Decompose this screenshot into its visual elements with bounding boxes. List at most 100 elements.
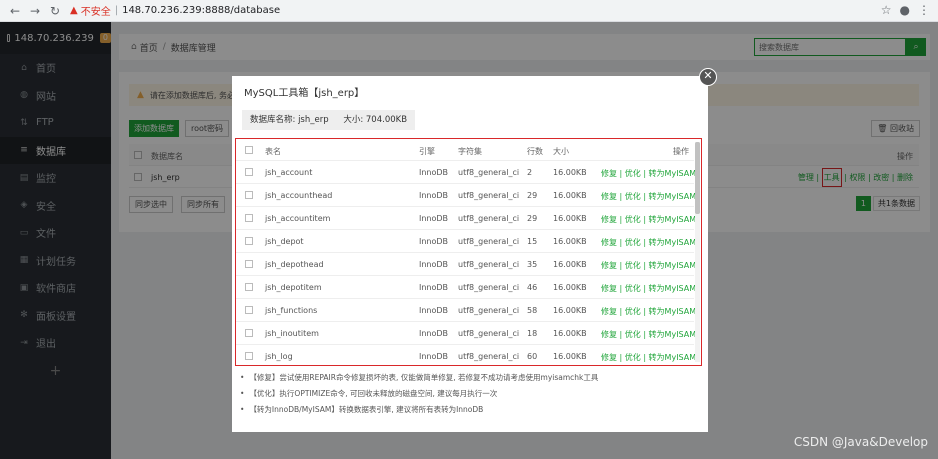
table-size: 16.00KB (553, 214, 587, 223)
table-rows: 29 (527, 214, 538, 223)
table-charset: utf8_general_ci (458, 306, 520, 315)
menu-dots-icon[interactable]: ⋮ (918, 3, 930, 17)
table-size: 16.00KB (553, 260, 587, 269)
table-engine: InnoDB (419, 214, 449, 223)
table-charset: utf8_general_ci (458, 283, 520, 292)
table-engine: InnoDB (419, 237, 449, 246)
mysql-toolbox-modal: MySQL工具箱【jsh_erp】 数据库名称: jsh_erp 大小: 704… (232, 76, 708, 432)
row-checkbox[interactable] (245, 237, 253, 245)
table-rows: 58 (527, 306, 538, 315)
tables-header: 表名 引擎 字符集 行数 大小 操作 (236, 139, 694, 161)
table-size: 16.00KB (553, 168, 587, 177)
row-checkbox[interactable] (245, 168, 253, 176)
insecure-label: 不安全 (80, 7, 111, 18)
col-size: 大小 (553, 147, 569, 156)
note-optimize: • 【优化】执行OPTIMIZE命令, 可回收未释放的磁盘空间, 建议每月执行一次 (240, 389, 498, 398)
modal-title: MySQL工具箱【jsh_erp】 (244, 88, 365, 99)
table-ops-links[interactable]: 修复 | 优化 | 转为MyISAM (601, 260, 696, 271)
table-ops-links[interactable]: 修复 | 优化 | 转为MyISAM (601, 214, 696, 225)
table-row: jsh_accounthead InnoDB utf8_general_ci 29 16… (236, 184, 696, 207)
table-row: jsh_functions InnoDB utf8_general_ci 58 16.0… (236, 299, 696, 322)
forward-arrow-icon[interactable]: → (26, 2, 44, 20)
note-repair-text: 【修复】尝试使用REPAIR命令修复损坏的表, 仅能做简单修复, 若修复不成功请… (249, 373, 599, 382)
table-ops-links[interactable]: 修复 | 优化 | 转为MyISAM (601, 306, 696, 317)
table-engine: InnoDB (419, 168, 449, 177)
table-rows: 46 (527, 283, 538, 292)
table-charset: utf8_general_ci (458, 237, 520, 246)
col-ops: 操作 (673, 147, 689, 156)
warning-triangle-icon: ▲ (70, 5, 78, 16)
table-name: jsh_account (265, 168, 313, 177)
table-name: jsh_accountitem (265, 214, 331, 223)
table-charset: utf8_general_ci (458, 352, 520, 361)
close-icon[interactable]: ✕ (699, 68, 717, 86)
table-row: jsh_log InnoDB utf8_general_ci 60 16.00KB 修复 … (236, 345, 696, 365)
table-size: 16.00KB (553, 306, 587, 315)
reload-icon[interactable]: ↻ (46, 2, 64, 20)
table-size: 16.00KB (553, 352, 587, 361)
table-charset: utf8_general_ci (458, 260, 520, 269)
note-convert-text: 【转为InnoDB/MyISAM】转换数据表引擎, 建议将所有表转为InnoDB (249, 405, 484, 414)
scrollbar-thumb[interactable] (695, 142, 700, 214)
table-engine: InnoDB (419, 283, 449, 292)
table-ops-links[interactable]: 修复 | 优化 | 转为MyISAM (601, 329, 696, 340)
address-bar[interactable]: ▲ 不安全 | 148.70.236.239:8888/database (70, 3, 280, 19)
table-charset: utf8_general_ci (458, 329, 520, 338)
row-checkbox[interactable] (245, 260, 253, 268)
table-row: jsh_inoutitem InnoDB utf8_general_ci 18 16.0… (236, 322, 696, 345)
select-all-tables-checkbox[interactable] (245, 146, 253, 154)
db-size-label: 大小: 704.00KB (343, 115, 408, 125)
table-name: jsh_depothead (265, 260, 324, 269)
row-checkbox[interactable] (245, 214, 253, 222)
url-text: 148.70.236.239:8888/database (122, 5, 281, 16)
table-name: jsh_depotitem (265, 283, 322, 292)
help-notes: • 【修复】尝试使用REPAIR命令修复损坏的表, 仅能做简单修复, 若修复不成功… (240, 370, 700, 418)
table-row: jsh_depot InnoDB utf8_general_ci 15 16.00KB 修… (236, 230, 696, 253)
col-charset: 字符集 (458, 147, 482, 156)
table-ops-links[interactable]: 修复 | 优化 | 转为MyISAM (601, 237, 696, 248)
db-info: 数据库名称: jsh_erp 大小: 704.00KB (242, 110, 416, 130)
browser-toolbar: ← → ↻ ▲ 不安全 | 148.70.236.239:8888/databa… (0, 0, 938, 22)
table-size: 16.00KB (553, 283, 587, 292)
row-checkbox[interactable] (245, 306, 253, 314)
table-rows: 18 (527, 329, 538, 338)
table-rows: 29 (527, 191, 538, 200)
table-charset: utf8_general_ci (458, 214, 520, 223)
table-engine: InnoDB (419, 260, 449, 269)
table-row: jsh_account InnoDB utf8_general_ci 2 16.00KB… (236, 161, 696, 184)
table-engine: InnoDB (419, 329, 449, 338)
table-name: jsh_depot (265, 237, 304, 246)
row-checkbox[interactable] (245, 352, 253, 360)
table-row: jsh_accountitem InnoDB utf8_general_ci 29 16… (236, 207, 696, 230)
back-arrow-icon[interactable]: ← (6, 2, 24, 20)
table-rows: 60 (527, 352, 538, 361)
table-name: jsh_functions (265, 306, 318, 315)
col-rows: 行数 (527, 147, 543, 156)
table-name: jsh_inoutitem (265, 329, 319, 338)
table-rows: 15 (527, 237, 538, 246)
row-checkbox[interactable] (245, 283, 253, 291)
table-size: 16.00KB (553, 237, 587, 246)
db-name-label: 数据库名称: jsh_erp (250, 115, 329, 125)
table-engine: InnoDB (419, 191, 449, 200)
table-ops-links[interactable]: 修复 | 优化 | 转为MyISAM (601, 283, 696, 294)
row-checkbox[interactable] (245, 329, 253, 337)
tables-list: 表名 引擎 字符集 行数 大小 操作 jsh_account InnoDB utf8… (235, 138, 702, 366)
table-rows: 35 (527, 260, 538, 269)
note-optimize-text: 【优化】执行OPTIMIZE命令, 可回收未释放的磁盘空间, 建议每月执行一次 (249, 389, 498, 398)
profile-icon[interactable]: ● (900, 3, 910, 17)
table-ops-links[interactable]: 修复 | 优化 | 转为MyISAM (601, 352, 696, 363)
table-ops-links[interactable]: 修复 | 优化 | 转为MyISAM (601, 168, 696, 179)
table-rows: 2 (527, 168, 533, 177)
note-convert: • 【转为InnoDB/MyISAM】转换数据表引擎, 建议将所有表转为InnoD… (240, 405, 484, 414)
star-icon[interactable]: ☆ (881, 3, 892, 17)
table-name: jsh_log (265, 352, 293, 361)
table-size: 16.00KB (553, 191, 587, 200)
table-engine: InnoDB (419, 352, 449, 361)
url-separator: | (114, 5, 119, 16)
table-ops-links[interactable]: 修复 | 优化 | 转为MyISAM (601, 191, 696, 202)
table-name: jsh_accounthead (265, 191, 333, 200)
row-checkbox[interactable] (245, 191, 253, 199)
watermark: CSDN @Java&Develop (793, 435, 928, 449)
col-engine: 引擎 (419, 147, 435, 156)
